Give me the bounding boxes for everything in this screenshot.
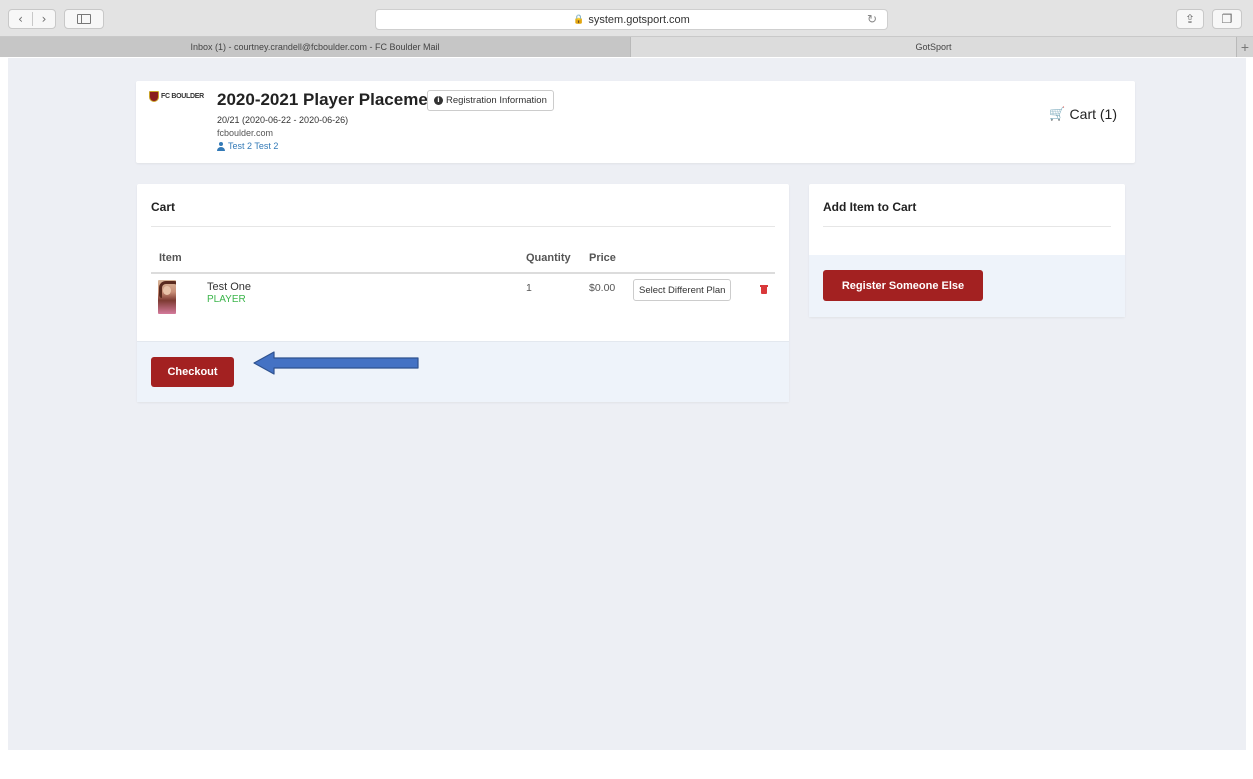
event-site: fcboulder.com	[217, 128, 274, 138]
select-different-plan-button[interactable]: Select Different Plan	[633, 279, 732, 301]
sidebar-toggle-button[interactable]	[64, 9, 104, 29]
divider	[823, 226, 1111, 227]
logo-text: FC BOULDER	[161, 92, 204, 100]
tab-gotsport[interactable]: GotSport	[631, 37, 1236, 57]
cart-title: Cart	[151, 200, 176, 214]
sidebar-icon	[77, 14, 91, 24]
column-header-price: Price	[589, 252, 616, 264]
tab-mail[interactable]: Inbox (1) - courtney.crandell@fcboulder.…	[0, 37, 631, 57]
avatar	[158, 280, 176, 314]
user-link[interactable]: Test 2 Test 2	[217, 141, 278, 151]
player-name: Test One	[207, 281, 252, 293]
registration-info-button[interactable]: i Registration Information	[427, 90, 554, 111]
new-tab-button[interactable]: +	[1236, 37, 1253, 57]
shopping-cart-icon: 🛒	[1049, 106, 1066, 122]
url-text: system.gotsport.com	[588, 13, 690, 26]
chevron-right-icon[interactable]: ›	[31, 12, 55, 26]
row-quantity: 1	[526, 282, 532, 294]
nav-buttons: ‹ ›	[8, 9, 56, 29]
info-icon: i	[434, 96, 443, 105]
tabs-icon: ❐	[1221, 12, 1233, 26]
chevron-left-icon[interactable]: ‹	[9, 12, 32, 26]
add-item-footer: Register Someone Else	[809, 255, 1125, 317]
divider	[151, 272, 775, 274]
event-dates: 20/21 (2020-06-22 - 2020-06-26)	[217, 115, 349, 125]
address-bar[interactable]: 🔒 system.gotsport.com ↻	[375, 9, 888, 30]
event-header: FC BOULDER 2020-2021 Player Placement i …	[136, 81, 1135, 163]
cart-footer: Checkout	[137, 341, 789, 402]
show-tabs-button[interactable]: ❐	[1212, 9, 1242, 29]
column-header-quantity: Quantity	[526, 252, 571, 264]
column-header-item: Item	[159, 252, 182, 264]
club-logo: FC BOULDER	[149, 90, 205, 102]
user-name: Test 2 Test 2	[228, 141, 279, 151]
browser-toolbar: ‹ › 🔒 system.gotsport.com ↻ ⇪ ❐	[0, 0, 1253, 37]
register-someone-else-button[interactable]: Register Someone Else	[823, 270, 983, 301]
reload-icon[interactable]: ↻	[867, 12, 877, 26]
cart-label: Cart (1)	[1069, 106, 1117, 122]
share-icon: ⇪	[1184, 12, 1196, 26]
cart-link[interactable]: 🛒 Cart (1)	[1049, 106, 1117, 122]
tab-bar: Inbox (1) - courtney.crandell@fcboulder.…	[0, 37, 1253, 57]
trash-icon[interactable]	[760, 284, 768, 294]
user-icon	[217, 141, 225, 151]
share-button[interactable]: ⇪	[1176, 9, 1204, 29]
divider	[151, 226, 775, 227]
add-item-title: Add Item to Cart	[823, 200, 917, 214]
annotation-arrow-icon	[253, 351, 419, 375]
player-role: PLAYER	[207, 294, 246, 305]
add-item-panel: Add Item to Cart Register Someone Else	[809, 184, 1125, 317]
row-price: $0.00	[589, 282, 616, 294]
page-content: FC BOULDER 2020-2021 Player Placement i …	[8, 58, 1246, 750]
cart-panel: Cart Item Quantity Price Test One PLAYER…	[137, 184, 789, 402]
checkout-button[interactable]: Checkout	[151, 357, 234, 387]
registration-info-label: Registration Information	[446, 95, 547, 106]
club-crest-icon	[149, 90, 159, 102]
lock-icon: 🔒	[573, 14, 585, 24]
page-title: 2020-2021 Player Placement	[217, 90, 444, 109]
